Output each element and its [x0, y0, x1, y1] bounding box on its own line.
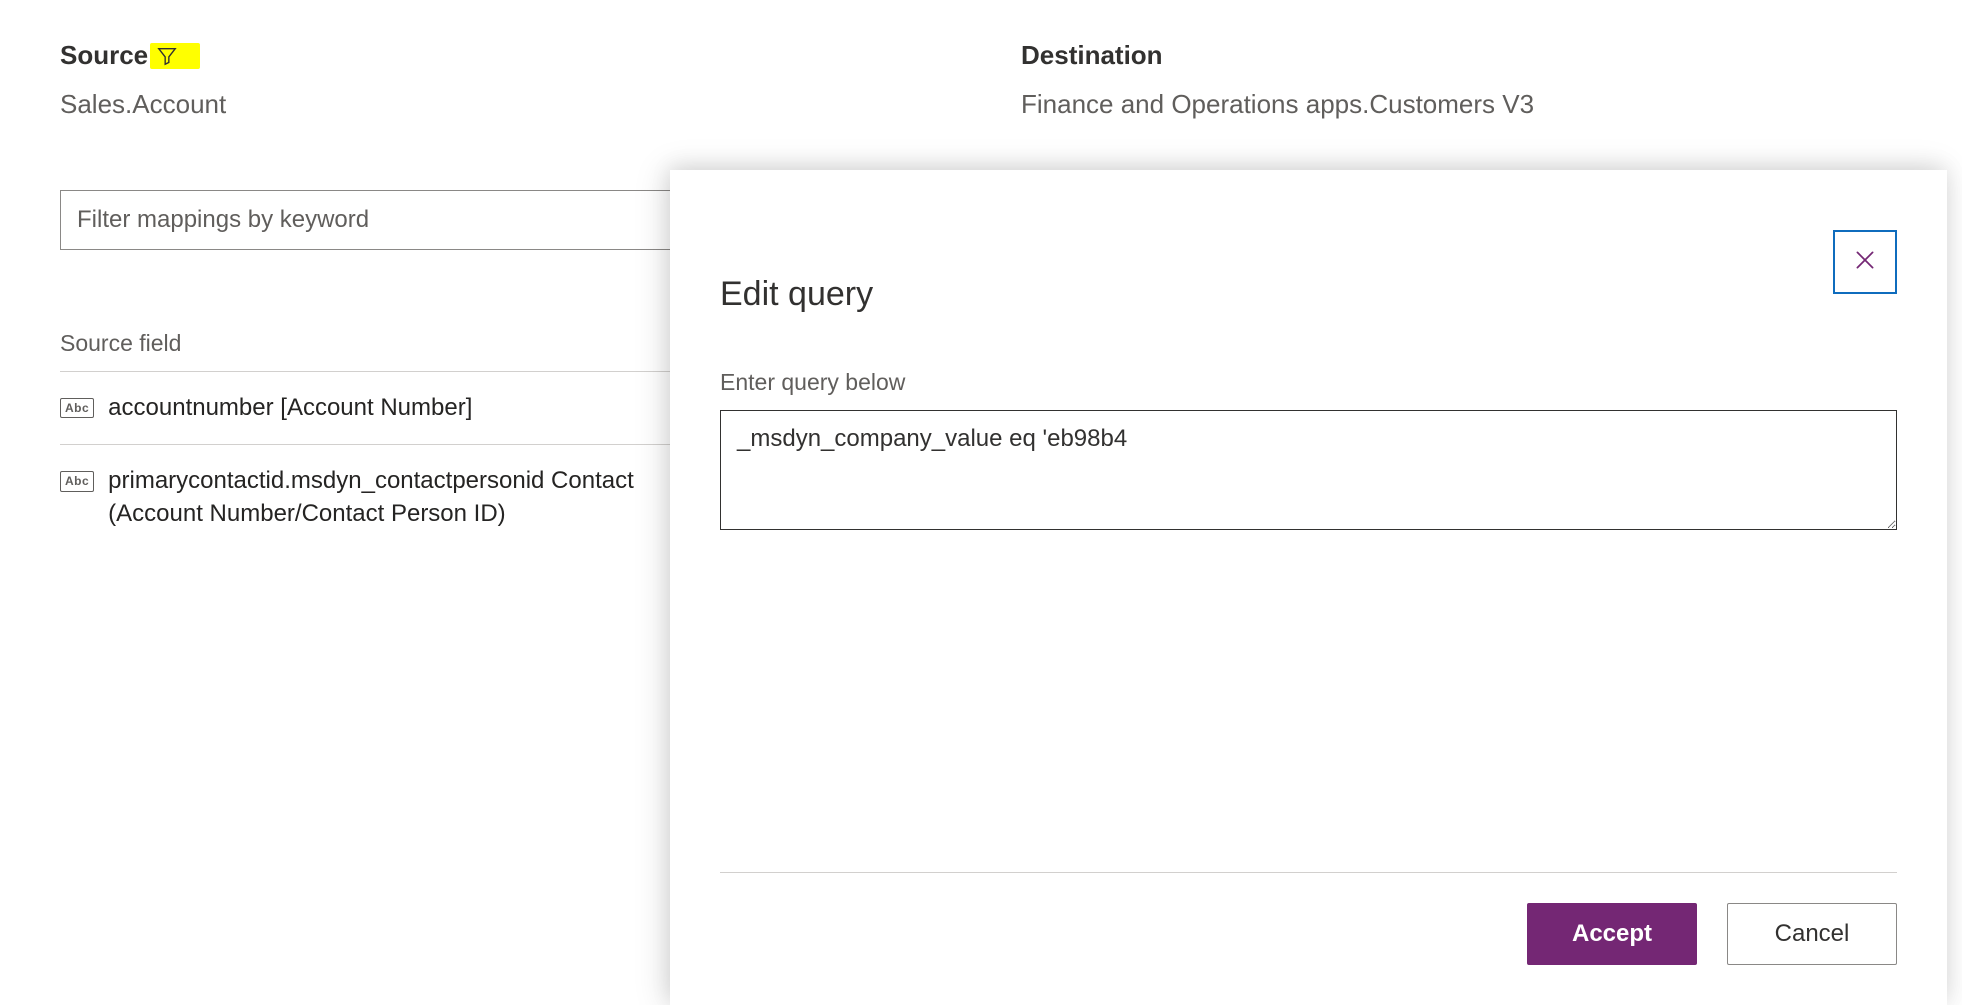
edit-query-dialog: Edit query Enter query below Accept Canc…: [670, 170, 1947, 1005]
accept-button[interactable]: Accept: [1527, 903, 1697, 965]
destination-heading: Destination: [1021, 40, 1163, 71]
destination-heading-row: Destination: [1021, 40, 1902, 71]
source-field-value: accountnumber [Account Number]: [108, 392, 472, 424]
source-entity: Sales.Account: [60, 89, 941, 120]
source-filter-button[interactable]: [150, 43, 200, 69]
source-heading: Source: [60, 40, 148, 71]
source-heading-row: Source: [60, 40, 941, 71]
close-icon: [1852, 247, 1878, 278]
dialog-footer: Accept Cancel: [720, 872, 1897, 965]
table-row[interactable]: Abc accountnumber [Account Number]: [60, 371, 680, 444]
dialog-title: Edit query: [720, 275, 1897, 314]
destination-entity: Finance and Operations apps.Customers V3: [1021, 89, 1902, 120]
source-field-column-header: Source field: [60, 330, 680, 371]
abc-type-badge: Abc: [60, 471, 94, 491]
source-field-value: primarycontactid.msdyn_contactpersonid C…: [108, 465, 680, 530]
abc-type-badge: Abc: [60, 398, 94, 418]
query-label: Enter query below: [720, 369, 1897, 396]
dialog-close-button[interactable]: [1833, 230, 1897, 294]
query-textarea[interactable]: [720, 410, 1897, 530]
cancel-button[interactable]: Cancel: [1727, 903, 1897, 965]
table-row[interactable]: Abc primarycontactid.msdyn_contactperson…: [60, 444, 680, 550]
filter-icon: [156, 45, 178, 67]
filter-mappings-input[interactable]: [60, 190, 680, 250]
page-root: Source Sales.Account Source field Abc ac…: [0, 0, 1962, 1005]
